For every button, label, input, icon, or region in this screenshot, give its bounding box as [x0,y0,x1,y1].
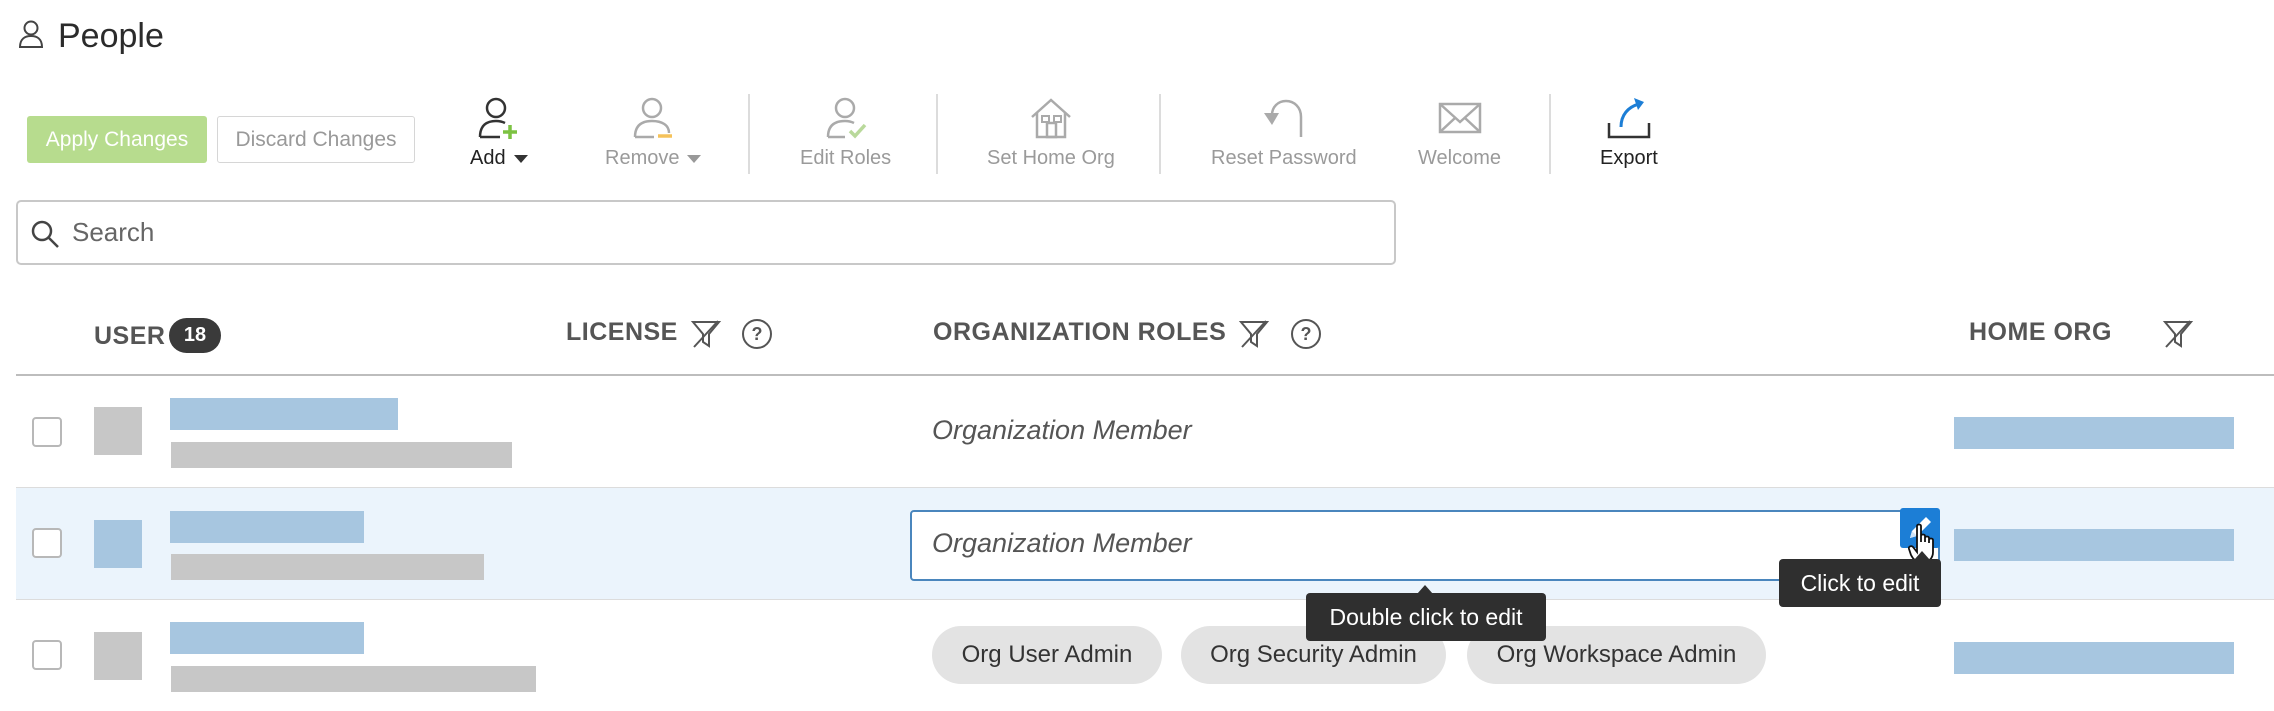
apply-changes-button[interactable]: Apply Changes [27,116,207,163]
reset-arrow-icon [1263,99,1303,137]
svg-text:?: ? [1301,324,1312,344]
filter-off-icon[interactable] [1238,318,1270,350]
row-checkbox[interactable] [32,640,62,670]
help-icon[interactable]: ? [741,318,773,350]
user-email-placeholder [171,442,512,468]
search-icon [31,220,59,248]
toolbar-divider [1549,94,1551,174]
discard-changes-button[interactable]: Discard Changes [217,116,415,163]
envelope-icon [1438,102,1481,134]
welcome-button[interactable]: Welcome [1418,95,1501,170]
add-button[interactable]: Add [470,95,528,170]
set-home-org-label: Set Home Org [987,147,1115,169]
org-role-text[interactable]: Organization Member [932,528,1192,559]
help-icon[interactable]: ? [1290,318,1322,350]
edit-roles-label: Edit Roles [800,147,892,169]
export-icon [1607,98,1651,139]
column-header-home-org[interactable]: HOME ORG [1969,318,2112,347]
toolbar-divider [1159,94,1161,174]
home-org-placeholder [1954,642,2234,674]
home-org-placeholder [1954,529,2234,561]
reset-password-label: Reset Password [1211,147,1357,169]
person-outline-icon [18,20,44,48]
role-chip[interactable]: Org User Admin [932,626,1162,684]
column-header-user[interactable]: USER [94,322,165,351]
avatar [94,632,142,680]
user-email-placeholder [171,554,484,580]
org-role-text[interactable]: Organization Member [932,415,1192,446]
add-user-icon [478,97,517,139]
tooltip-click: Click to edit [1779,559,1941,607]
avatar [94,407,142,455]
search-input[interactable] [72,207,1372,257]
home-icon [1031,98,1071,139]
avatar [94,520,142,568]
reset-password-button[interactable]: Reset Password [1211,95,1357,170]
column-header-license[interactable]: LICENSE [566,318,678,347]
chevron-down-icon [687,154,702,163]
user-email-placeholder [171,666,536,692]
remove-user-icon [633,97,673,139]
user-name-placeholder [170,398,398,430]
home-org-placeholder [1954,417,2234,449]
user-name-placeholder [170,511,364,543]
column-header-organization-roles[interactable]: ORGANIZATION ROLES [933,318,1226,347]
user-name-placeholder [170,622,364,654]
export-button[interactable]: Export [1600,95,1658,170]
page-title: People [58,17,164,55]
set-home-org-button[interactable]: Set Home Org [987,95,1115,170]
row-checkbox[interactable] [32,417,62,447]
user-check-icon [826,97,866,139]
edit-roles-button[interactable]: Edit Roles [800,95,891,170]
user-count-badge: 18 [169,318,221,353]
svg-text:?: ? [752,324,763,344]
welcome-label: Welcome [1418,147,1501,169]
filter-off-icon[interactable] [690,318,722,350]
add-label: Add [470,147,506,169]
toolbar-divider [748,94,750,174]
toolbar-divider [936,94,938,174]
row-checkbox[interactable] [32,528,62,558]
export-label: Export [1600,147,1658,169]
chevron-down-icon [513,154,528,163]
remove-button[interactable]: Remove [605,95,702,170]
remove-label: Remove [605,147,680,169]
tooltip-double-click: Double click to edit [1306,593,1546,641]
filter-off-icon[interactable] [2162,318,2194,350]
